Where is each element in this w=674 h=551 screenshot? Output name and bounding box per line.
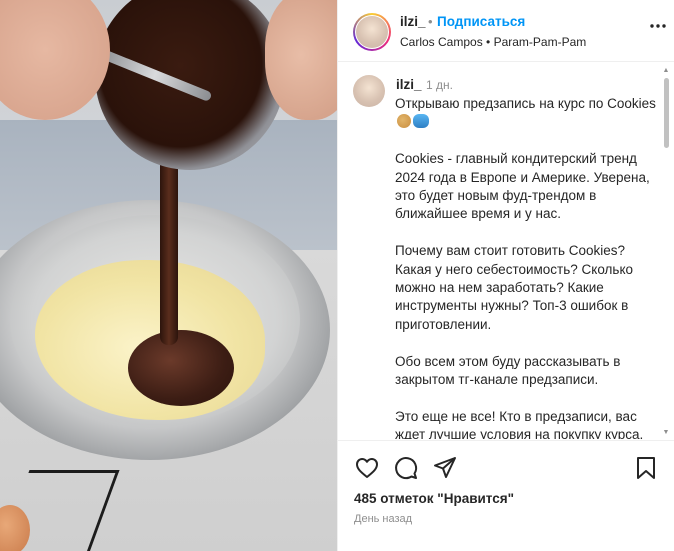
header-separator: • (428, 14, 433, 29)
heart-icon[interactable] (354, 455, 380, 481)
more-icon[interactable] (648, 16, 668, 36)
author-username[interactable]: ilzi_ (400, 14, 426, 29)
post-date[interactable]: День назад (354, 513, 412, 525)
car-icon (413, 114, 429, 129)
caption-text: Открываю предзапись на курс по Cookies C… (395, 95, 657, 439)
post-side-panel: ilzi_ • Подписаться Carlos Campos • Para… (337, 0, 674, 551)
media-chocolate-pool (128, 330, 234, 406)
caption-paragraph-text: Открываю предзапись на курс по Cookies (395, 96, 656, 111)
cookie-icon (397, 114, 411, 129)
caption-paragraph-text: Это еще не все! Кто в предзаписи, вас жд… (395, 408, 644, 439)
media-hand-right (265, 0, 337, 120)
author-avatar[interactable] (356, 16, 388, 48)
caption-time[interactable]: 1 дн. (426, 78, 453, 92)
caption-avatar[interactable] (353, 75, 385, 107)
caption-paragraph: Это еще не все! Кто в предзаписи, вас жд… (395, 408, 657, 439)
caption-paragraph: Почему вам стоит готовить Cookies? Какая… (395, 243, 634, 332)
follow-button[interactable]: Подписаться (437, 14, 525, 29)
caption-username[interactable]: ilzi_ (396, 77, 422, 92)
media-hand-left (0, 0, 110, 120)
caption-paragraph: Обо всем этом буду рассказывать в закрыт… (395, 353, 621, 388)
caption-paragraph: Cookies - главный кондитерский тренд 202… (395, 151, 650, 222)
scroll-down-arrow[interactable]: ▼ (662, 429, 670, 437)
scrollbar-thumb[interactable] (664, 78, 669, 148)
caption-paragraph: Открываю предзапись на курс по Cookies (395, 95, 657, 132)
post-header: ilzi_ • Подписаться Carlos Campos • Para… (338, 0, 674, 62)
caption-area[interactable]: ilzi_ 1 дн. Открываю предзапись на курс … (338, 63, 674, 439)
share-icon[interactable] (432, 455, 458, 481)
bookmark-icon[interactable] (633, 455, 659, 481)
scroll-up-arrow[interactable]: ▲ (662, 67, 670, 75)
post-actions: 485 отметок "Нравится" День назад (338, 440, 674, 551)
comment-icon[interactable] (393, 455, 419, 481)
post-media[interactable] (0, 0, 337, 551)
audio-attribution[interactable]: Carlos Campos • Param-Pam-Pam (400, 35, 586, 49)
likes-count[interactable]: 485 отметок "Нравится" (354, 491, 514, 506)
